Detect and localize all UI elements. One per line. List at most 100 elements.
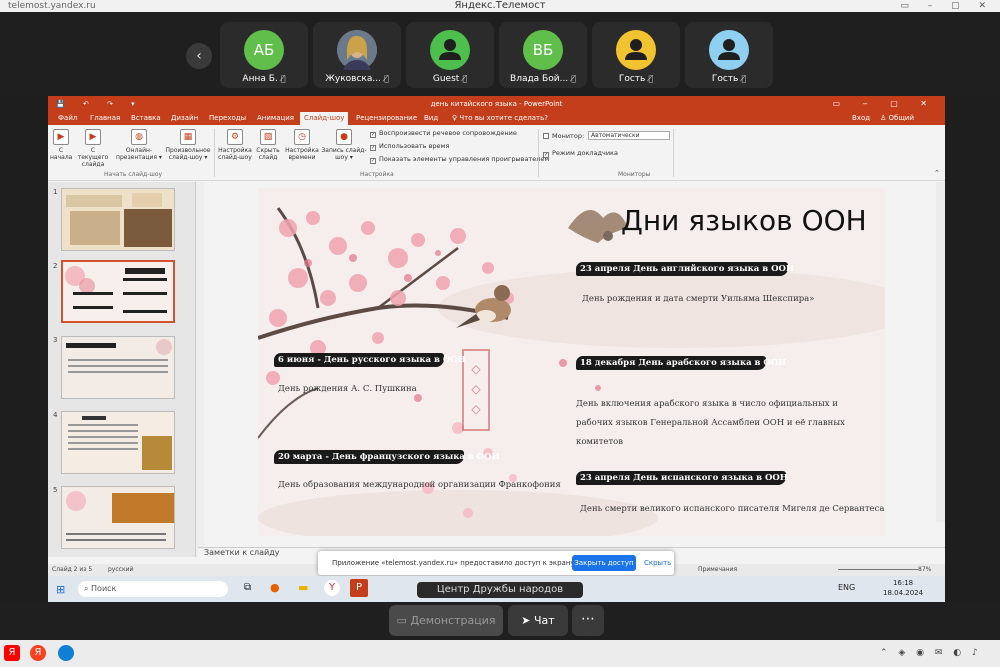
online-presentation-button[interactable]: ◍ Онлайн-презентация ▾ [116,129,162,161]
slide-thumbnail-1[interactable] [61,188,175,251]
participant-name-text: Жуковска... [325,74,381,84]
tell-me-search[interactable]: ♀ Что вы хотите сделать? [448,112,552,125]
slide-scrollbar[interactable] [936,182,945,522]
thumbnails-scrollbar[interactable] [196,182,204,557]
thumb-number: 5 [53,486,58,494]
folder-icon[interactable]: ▬ [298,581,308,594]
russian-day-text: День рождения А. С. Пушкина [278,384,417,394]
slide-thumbnail-5[interactable] [61,486,175,549]
timings-checkbox[interactable]: ✓ Использовать время [370,142,449,151]
presenter-label: Центр Дружбы народов [417,582,583,598]
rehearse-timing-button[interactable]: ◷ Настройка времени [284,129,320,161]
btn-label: Онлайн-презентация ▾ [116,147,162,161]
ppt-window-controls[interactable]: ▭ ‒ ▢ ✕ [832,96,937,112]
svg-text:◇: ◇ [471,362,481,376]
tab-file[interactable]: Файл [54,112,81,125]
tab-review[interactable]: Рецензирование [352,112,421,125]
taskbar-search[interactable]: ⌕ Поиск [78,581,228,597]
chk-label: Режим докладчика [552,149,618,157]
firefox-icon[interactable]: ● [270,581,280,594]
person-photo-icon [337,30,377,70]
comments-button[interactable]: Примечания [698,566,737,573]
from-beginning-button[interactable]: ▶ С начала [50,129,72,161]
monitor-icon [543,133,549,139]
participant-tile[interactable]: ВБ Влада Бой... 🎙̸ [499,22,587,88]
chat-button[interactable]: ➤ Чат [508,605,568,636]
monitor-select[interactable]: Автоматически [588,131,670,140]
svg-text:◇: ◇ [471,402,481,416]
participant-name: Жуковска... 🎙̸ [313,74,401,84]
collapse-ribbon-icon[interactable]: ⌃ [934,169,940,177]
host-taskbar: Я Я ⌃ ◈ ◉ ✉ ◐ ♪ [0,640,1000,667]
participant-tile[interactable]: Гость 🎙̸ [685,22,773,88]
powerpoint-icon[interactable]: P [350,579,368,597]
participant-tile[interactable]: АБ Анна Б. 🎙̸ [220,22,308,88]
thumb-number: 1 [53,188,58,196]
participant-name-text: Гость [711,74,739,84]
participant-name: Guest 🎙̸ [406,74,494,84]
mic-off-icon: 🎙̸ [462,74,468,83]
participant-name: Гость 🎙̸ [592,74,680,84]
avatar-photo [337,30,377,70]
back-arrow-icon[interactable]: ‹ [186,43,212,69]
ribbon-divider [673,129,674,177]
mic-off-icon: 🎙̸ [571,74,576,83]
screen-share-button[interactable]: ▭ Демонстрация [389,605,503,636]
document-title: день китайского языка - PowerPoint [430,100,563,108]
btn-label: Скрыть слайд [256,147,280,161]
avatar: АБ [244,30,284,70]
record-slideshow-button[interactable]: ● Запись слайд-шоу ▾ [320,129,368,161]
narration-checkbox[interactable]: ✓ Воспроизвести речевое сопровождение [370,129,517,138]
windows-start-icon[interactable]: ⊞ [56,583,65,596]
tab-view[interactable]: Вид [420,112,442,125]
presenter-view-checkbox[interactable]: ✓ Режим докладчика [543,149,618,158]
slide-thumbnail-3[interactable] [61,336,175,399]
tab-slideshow[interactable]: Слайд-шоу [300,112,349,125]
lang-indicator[interactable]: ENG [838,583,855,592]
slide-thumbnail-2-selected[interactable] [61,260,175,323]
from-current-button[interactable]: ▶ С текущего слайда [76,129,110,168]
custom-slideshow-button[interactable]: ▦ Произвольное слайд-шоу ▾ [164,129,212,161]
tab-home[interactable]: Главная [86,112,124,125]
avatar [616,30,656,70]
more-options-button[interactable]: ⋯ [572,605,604,636]
french-day-text: День образования международной организац… [278,480,561,490]
tab-insert[interactable]: Вставка [127,112,165,125]
yandex-browser-icon[interactable]: Я [30,645,46,661]
ribbon-divider [214,129,215,177]
slide-thumbnail-4[interactable] [61,411,175,474]
language-indicator[interactable]: русский [108,566,133,573]
search-icon: ⌕ [84,584,92,593]
yandex-app-icon[interactable]: Я [4,645,20,661]
participant-tile[interactable]: Guest 🎙̸ [406,22,494,88]
task-view-icon[interactable]: ⧉ [244,582,251,593]
participant-tile[interactable]: Гость 🎙̸ [592,22,680,88]
slide-canvas[interactable]: ◇ ◇ ◇ Дни языков ООН 23 апреля День англ… [258,188,885,536]
monitor-label: Монитор: [543,132,584,140]
record-icon: ● [336,129,352,145]
user-silhouette-icon [625,39,647,60]
zoom-level[interactable]: 87% [918,566,931,573]
window-controls[interactable]: ▭ – ▢ ✕ [900,0,994,12]
sign-in-link[interactable]: Вход [848,112,874,125]
participant-tile[interactable]: Жуковска... 🎙̸ [313,22,401,88]
user-icon: ♙ [880,114,889,122]
participant-name-text: Влада Бой... [510,74,569,84]
thumb-number: 2 [53,262,58,270]
zoom-slider[interactable] [838,569,918,570]
clock[interactable]: 16:18 18.04.2024 [883,578,923,598]
hide-banner-button[interactable]: Скрыть [644,559,671,567]
stop-sharing-button[interactable]: Закрыть доступ [572,555,636,571]
yandex-browser-icon[interactable]: Y [324,580,340,596]
media-controls-checkbox[interactable]: ✓ Показать элементы управления проигрыват… [370,155,549,164]
group-start-slideshow: Начать слайд-шоу [104,171,163,178]
share-button[interactable]: ♙ Общий доступ [876,112,945,135]
setup-slideshow-button[interactable]: ⚙ Настройка слайд-шоу [216,129,254,161]
tab-design[interactable]: Дизайн [167,112,202,125]
edge-browser-icon[interactable] [58,645,74,661]
tab-transitions[interactable]: Переходы [205,112,250,125]
system-tray-icons[interactable]: ⌃ ◈ ◉ ✉ ◐ ♪ [880,648,982,658]
hide-slide-button[interactable]: ▧ Скрыть слайд [254,129,282,161]
btn-label: С начала [50,147,73,161]
tab-animation[interactable]: Анимация [253,112,298,125]
